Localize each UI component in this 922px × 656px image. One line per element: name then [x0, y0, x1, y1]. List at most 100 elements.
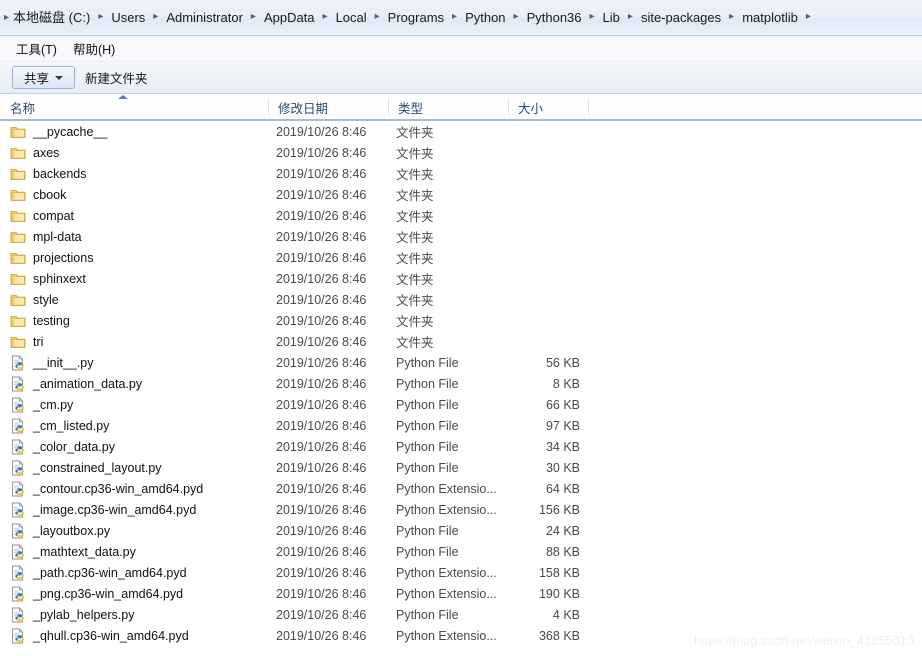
share-button[interactable]: 共享: [12, 66, 76, 89]
column-header-size[interactable]: 大小: [508, 94, 588, 120]
breadcrumb-item-3[interactable]: AppData: [261, 8, 318, 28]
file-name-cell[interactable]: projections: [10, 250, 270, 266]
breadcrumb-item-0[interactable]: 本地磁盘 (C:): [10, 8, 93, 28]
file-row[interactable]: compat 2019/10/26 8:46 文件夹: [0, 205, 922, 226]
file-name-label: projections: [33, 250, 94, 265]
breadcrumb-chevron-icon[interactable]: ▸: [370, 9, 385, 25]
file-row[interactable]: _constrained_layout.py 2019/10/26 8:46 Pyt…: [0, 457, 922, 478]
folder-icon: [10, 313, 26, 329]
breadcrumb-lead-chevron-icon[interactable]: ▸: [2, 12, 10, 23]
address-bar[interactable]: ▸ 本地磁盘 (C:) ▸ Users ▸ Administrator ▸ AppData ▸…: [0, 0, 922, 36]
file-row[interactable]: __pycache__ 2019/10/26 8:46 文件夹: [0, 121, 922, 142]
file-name-cell[interactable]: sphinxext: [10, 271, 270, 287]
file-row[interactable]: _layoutbox.py 2019/10/26 8:46 Python File 2…: [0, 520, 922, 541]
breadcrumb-chevron-icon[interactable]: ▸: [447, 9, 462, 25]
file-name-label: _cm_listed.py: [33, 418, 110, 433]
file-name-cell[interactable]: _image.cp36-win_amd64.pyd: [10, 501, 270, 518]
breadcrumb-chevron-icon[interactable]: ▸: [93, 9, 108, 25]
file-name-cell[interactable]: mpl-data: [10, 229, 270, 245]
file-name-cell[interactable]: _color_data.py: [10, 438, 270, 455]
file-row[interactable]: axes 2019/10/26 8:46 文件夹: [0, 142, 922, 163]
python-ext-icon: [10, 564, 26, 581]
breadcrumb-item-10[interactable]: matplotlib: [739, 8, 801, 28]
breadcrumb-chevron-icon[interactable]: ▸: [509, 9, 524, 25]
file-name-cell[interactable]: testing: [10, 313, 270, 329]
breadcrumb-item-7[interactable]: Python36: [524, 8, 585, 28]
file-name-cell[interactable]: _mathtext_data.py: [10, 543, 270, 560]
file-name-cell[interactable]: _constrained_layout.py: [10, 459, 270, 476]
file-name-label: style: [33, 292, 59, 307]
breadcrumb-chevron-icon[interactable]: ▸: [724, 9, 739, 25]
file-row[interactable]: _cm.py 2019/10/26 8:46 Python File 66 KB: [0, 394, 922, 415]
file-row[interactable]: _contour.cp36-win_amd64.pyd 2019/10/26 8:…: [0, 478, 922, 499]
breadcrumb-item-4[interactable]: Local: [333, 8, 370, 28]
breadcrumb-item-2[interactable]: Administrator: [163, 8, 246, 28]
file-row[interactable]: _cm_listed.py 2019/10/26 8:46 Python File 9…: [0, 415, 922, 436]
file-row[interactable]: projections 2019/10/26 8:46 文件夹: [0, 247, 922, 268]
breadcrumb-chevron-icon[interactable]: ▸: [246, 9, 261, 25]
breadcrumb-item-9[interactable]: site-packages: [638, 8, 724, 28]
file-name-cell[interactable]: __pycache__: [10, 124, 270, 140]
breadcrumb-item-1[interactable]: Users: [108, 8, 148, 28]
file-row[interactable]: sphinxext 2019/10/26 8:46 文件夹: [0, 268, 922, 289]
menu-tools[interactable]: 工具(T): [8, 36, 65, 61]
breadcrumb-chevron-icon[interactable]: ▸: [148, 9, 163, 25]
file-name-cell[interactable]: cbook: [10, 187, 270, 203]
file-type-cell: Python Extensio...: [396, 628, 497, 643]
new-folder-button[interactable]: 新建文件夹: [75, 64, 158, 91]
file-name-cell[interactable]: _contour.cp36-win_amd64.pyd: [10, 480, 270, 497]
python-file-icon: [10, 417, 26, 434]
file-name-cell[interactable]: tri: [10, 334, 270, 350]
file-row[interactable]: mpl-data 2019/10/26 8:46 文件夹: [0, 226, 922, 247]
file-name-cell[interactable]: _layoutbox.py: [10, 522, 270, 539]
file-name-cell[interactable]: _cm.py: [10, 396, 270, 413]
breadcrumb-chevron-icon[interactable]: ▸: [801, 9, 816, 25]
breadcrumb-chevron-icon[interactable]: ▸: [623, 9, 638, 25]
file-name-cell[interactable]: compat: [10, 208, 270, 224]
file-name-cell[interactable]: backends: [10, 166, 270, 182]
file-list[interactable]: __pycache__ 2019/10/26 8:46 文件夹 axes 2019/10…: [0, 121, 922, 656]
file-type-cell: Python File: [396, 460, 459, 475]
breadcrumb-item-5[interactable]: Programs: [385, 8, 447, 28]
file-type-cell: 文件夹: [396, 252, 434, 266]
folder-icon: [10, 334, 26, 350]
file-name-cell[interactable]: __init__.py: [10, 354, 270, 371]
column-header-name[interactable]: 名称: [0, 94, 268, 120]
file-row[interactable]: _animation_data.py 2019/10/26 8:46 Python …: [0, 373, 922, 394]
file-name-cell[interactable]: _animation_data.py: [10, 375, 270, 392]
breadcrumb-item-8[interactable]: Lib: [600, 8, 623, 28]
file-row[interactable]: style 2019/10/26 8:46 文件夹: [0, 289, 922, 310]
python-ext-icon: [10, 480, 26, 497]
breadcrumb-item-6[interactable]: Python: [462, 8, 508, 28]
menu-bar[interactable]: 工具(T) 帮助(H): [0, 36, 922, 62]
column-divider[interactable]: [588, 98, 589, 116]
file-row[interactable]: _image.cp36-win_amd64.pyd 2019/10/26 8:46…: [0, 499, 922, 520]
file-name-cell[interactable]: style: [10, 292, 270, 308]
file-row[interactable]: backends 2019/10/26 8:46 文件夹: [0, 163, 922, 184]
breadcrumb-chevron-icon[interactable]: ▸: [318, 9, 333, 25]
column-header-type[interactable]: 类型: [388, 94, 508, 120]
folder-icon: [10, 187, 26, 203]
file-row[interactable]: _path.cp36-win_amd64.pyd 2019/10/26 8:46 P…: [0, 562, 922, 583]
breadcrumb-chevron-icon[interactable]: ▸: [585, 9, 600, 25]
column-header-date-modified[interactable]: 修改日期: [268, 94, 388, 120]
file-name-cell[interactable]: _path.cp36-win_amd64.pyd: [10, 564, 270, 581]
file-name-cell[interactable]: _cm_listed.py: [10, 417, 270, 434]
file-row[interactable]: _pylab_helpers.py 2019/10/26 8:46 Python F…: [0, 604, 922, 625]
file-name-cell[interactable]: _pylab_helpers.py: [10, 606, 270, 623]
file-row[interactable]: testing 2019/10/26 8:46 文件夹: [0, 310, 922, 331]
file-type-cell: 文件夹: [396, 126, 434, 140]
breadcrumb[interactable]: ▸ 本地磁盘 (C:) ▸ Users ▸ Administrator ▸ AppData ▸…: [0, 6, 922, 30]
file-row[interactable]: cbook 2019/10/26 8:46 文件夹: [0, 184, 922, 205]
file-row[interactable]: _mathtext_data.py 2019/10/26 8:46 Python F…: [0, 541, 922, 562]
file-size-cell: 156 KB: [538, 502, 580, 517]
file-date-cell: 2019/10/26 8:46: [276, 313, 367, 328]
file-row[interactable]: _color_data.py 2019/10/26 8:46 Python File…: [0, 436, 922, 457]
file-row[interactable]: tri 2019/10/26 8:46 文件夹: [0, 331, 922, 352]
file-name-cell[interactable]: _qhull.cp36-win_amd64.pyd: [10, 627, 270, 644]
file-name-cell[interactable]: axes: [10, 145, 270, 161]
file-row[interactable]: __init__.py 2019/10/26 8:46 Python File 56 …: [0, 352, 922, 373]
file-name-cell[interactable]: _png.cp36-win_amd64.pyd: [10, 585, 270, 602]
menu-help[interactable]: 帮助(H): [65, 36, 123, 61]
file-row[interactable]: _png.cp36-win_amd64.pyd 2019/10/26 8:46 Py…: [0, 583, 922, 604]
